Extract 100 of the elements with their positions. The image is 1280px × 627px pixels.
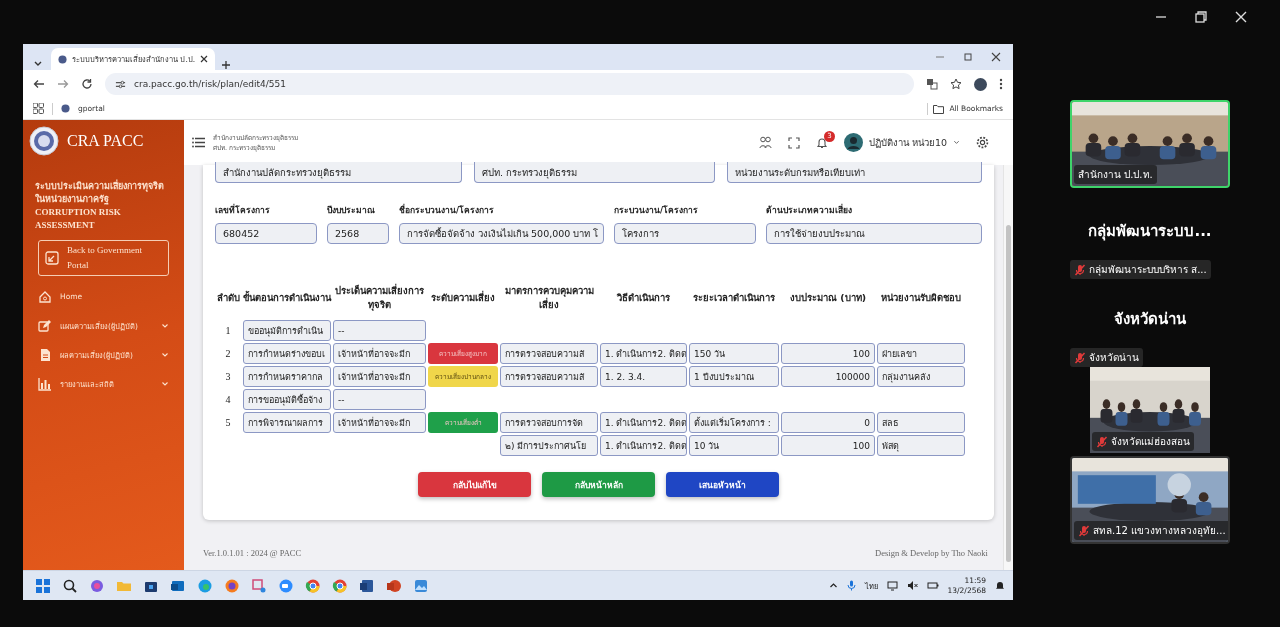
muted-mic-icon	[1074, 351, 1086, 364]
action-button[interactable]: กลับไปแก้ไข	[418, 472, 531, 497]
reload-icon[interactable]	[81, 78, 93, 90]
participant-display-name: กลุ่มพัฒนาระบบ...	[1088, 221, 1212, 243]
risk-issue-cell: เจ้าหน้าที่อาจจะมีก	[333, 412, 426, 433]
site-info-icon[interactable]	[115, 78, 126, 90]
video-call-icon[interactable]	[278, 577, 294, 594]
browser-icon[interactable]	[305, 577, 321, 594]
method-cell: 1. 2. 3.4.	[600, 366, 687, 387]
read-only-field: สำนักงานปลัดกระทรวงยุติธรรม	[215, 162, 462, 183]
action-button[interactable]: เสนอหัวหน้า	[666, 472, 779, 497]
risk-issue-cell: เจ้าหน้าที่อาจจะมีก	[333, 366, 426, 387]
column-header: ระยะเวลาดำเนินการ	[692, 291, 776, 305]
column-header: ประเด็นความเสี่ยงการทุจริต	[334, 284, 425, 313]
budget-cell: 0	[781, 412, 875, 433]
version-text: Ver.1.0.1.01 : 2024 @ PACC	[203, 547, 302, 558]
notifications-icon[interactable]	[995, 580, 1005, 591]
participant-name: จังหวัดแม่ฮ่องสอน	[1111, 435, 1190, 449]
risk-issue-cell: --	[333, 389, 426, 410]
close-icon[interactable]	[991, 52, 1001, 62]
method-cell: 1. ดำเนินการ2. ติดต	[600, 435, 687, 456]
column-header: มาตรการควบคุมความเสี่ยง	[503, 284, 595, 312]
video-tile[interactable]: จังหวัดแม่ฮ่องสอน	[1090, 367, 1210, 453]
user-menu[interactable]: ปฏิบัติงาน หน่วย10	[843, 133, 960, 152]
field-label: เลขที่โครงการ	[215, 203, 271, 217]
column-header: วิธีดำเนินการ	[616, 291, 671, 305]
budget-cell: 100	[781, 435, 875, 456]
start-icon[interactable]	[35, 577, 51, 594]
credit-text: Design & Develop by Tho Naoki	[875, 547, 988, 558]
participant-tile[interactable]: จังหวัดน่าน จังหวัดน่าน	[1070, 279, 1230, 367]
row-number: 1	[224, 324, 232, 338]
field-label: ชื่อกระบวนงาน/โครงการ	[399, 203, 496, 217]
more-icon[interactable]	[999, 78, 1003, 90]
emblem-logo	[29, 126, 59, 156]
control-measure-cell: การตรวจสอบการจัด	[500, 412, 598, 433]
duration-cell: 10 วัน	[689, 435, 779, 456]
participant-name: กลุ่มพัฒนาระบบบริหาร ส...	[1089, 263, 1207, 277]
new-tab-icon[interactable]	[221, 60, 232, 70]
muted-speaker-icon[interactable]	[906, 580, 918, 591]
chevron-up-icon[interactable]	[828, 581, 838, 590]
bar-chart-icon	[38, 376, 52, 391]
close-icon[interactable]	[200, 55, 209, 63]
duration-cell: 150 วัน	[689, 343, 779, 364]
fullscreen-icon[interactable]	[787, 136, 800, 149]
action-button[interactable]: กลับหน้าหลัก	[542, 472, 655, 497]
network-icon[interactable]	[886, 580, 898, 591]
profile-avatar-icon[interactable]	[974, 77, 987, 91]
back-to-portal-button[interactable]: Back to Government Portal	[38, 240, 169, 276]
column-header: งบประมาณ (บาท)	[789, 291, 867, 305]
edit-icon	[38, 318, 52, 333]
budget-cell: 100	[781, 343, 875, 364]
globe-icon	[58, 54, 67, 64]
settings-icon[interactable]	[976, 136, 989, 149]
control-measure-cell: การตรวจสอบความสั	[500, 366, 598, 387]
brand-name: CRA PACC	[67, 132, 144, 150]
read-only-field: การใช้จ่ายงบประมาณ	[766, 223, 982, 244]
star-icon[interactable]	[950, 78, 962, 90]
video-tile[interactable]: สำนักงาน ป.ป.ท.	[1070, 100, 1230, 188]
step-cell: การกำหนดราคากล	[243, 366, 331, 387]
group-icon[interactable]	[758, 136, 772, 149]
duration-cell: ตั้งแต่เริ่มโครงการ :	[689, 412, 779, 433]
column-header: ระดับความเสี่ยง	[430, 289, 496, 305]
slides-app-icon[interactable]	[386, 577, 402, 594]
scrollbar[interactable]	[1003, 165, 1013, 570]
address-bar[interactable]: cra.pacc.go.th/risk/plan/edit4/551	[105, 73, 914, 95]
caret-icon	[161, 321, 169, 330]
duration-cell: 1 ปีงบประมาณ	[689, 366, 779, 387]
participant-tile[interactable]: กลุ่มพัฒนาระบบ... กลุ่มพัฒนาระบบบริหาร ส...	[1070, 191, 1230, 279]
globe-icon	[61, 104, 70, 113]
translate-icon[interactable]	[926, 78, 938, 90]
video-tile[interactable]: สทล.12 แขวงทางหลวงอุทัย...	[1070, 456, 1230, 544]
field-label: กระบวนงาน/โครงการ	[614, 204, 700, 217]
restore-icon[interactable]	[1194, 10, 1208, 24]
back-icon[interactable]	[33, 78, 45, 90]
bell-icon[interactable]	[815, 136, 828, 149]
field-label: ด้านประเภทความเสี่ยง	[766, 203, 853, 217]
control-measure-cell: ๒) มีการประกาศนโย	[500, 435, 598, 456]
microphone-icon[interactable]	[846, 580, 856, 591]
document-app-icon[interactable]	[359, 577, 375, 594]
search-icon[interactable]	[62, 577, 78, 594]
column-header: หน่วยงานรับผิดชอบ	[880, 291, 962, 305]
responsible-unit-cell: สลธ	[877, 412, 965, 433]
caret-icon	[161, 379, 169, 388]
responsible-unit-cell: กลุ่มงานคลัง	[877, 366, 965, 387]
apps-icon[interactable]	[33, 103, 44, 114]
step-cell: การขออนุมัติซื้อจ้าง	[243, 389, 331, 410]
participant-name: จังหวัดน่าน	[1089, 351, 1139, 365]
participant-display-name: จังหวัดน่าน	[1114, 309, 1186, 330]
read-only-field: ศปท. กระทรวงยุติธรรม	[474, 162, 715, 183]
method-cell: 1. ดำเนินการ2. ติดต	[600, 412, 687, 433]
caret-icon	[953, 139, 960, 146]
browser-icon[interactable]	[332, 577, 348, 594]
photo-app-icon[interactable]	[413, 577, 429, 594]
budget-cell: 100000	[781, 366, 875, 387]
read-only-field: โครงการ	[614, 223, 756, 244]
row-number: 5	[224, 416, 232, 430]
battery-icon[interactable]	[926, 580, 939, 591]
step-cell: การพิจารณาผลการ	[243, 412, 331, 433]
menu-icon[interactable]	[192, 137, 205, 148]
muted-mic-icon	[1078, 524, 1090, 537]
